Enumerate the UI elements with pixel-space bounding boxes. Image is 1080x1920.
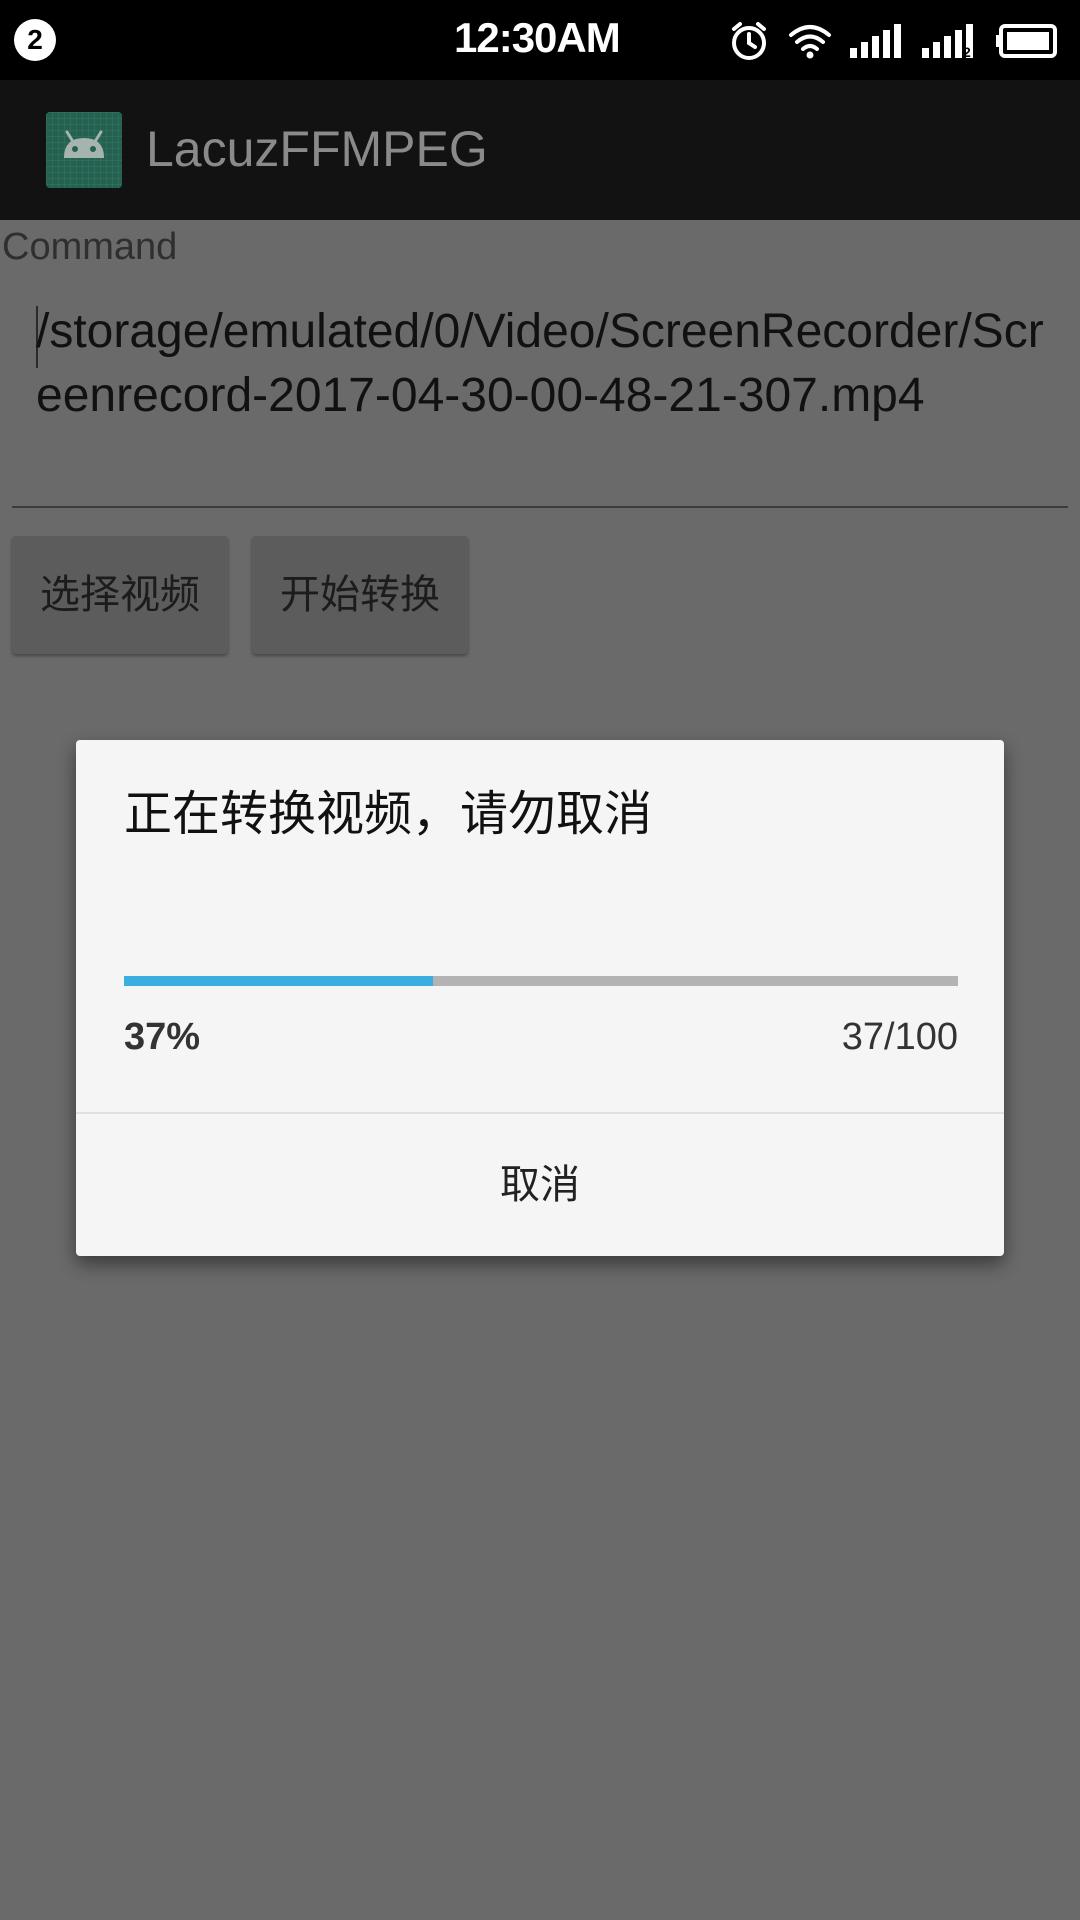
battery-icon bbox=[996, 24, 1058, 58]
status-bar: 2 12:30AM 2 bbox=[0, 0, 1080, 80]
dialog-title: 正在转换视频，请勿取消 bbox=[124, 786, 653, 842]
app-title: LacuzFFMPEG bbox=[146, 121, 488, 177]
cancel-button[interactable]: 取消 bbox=[76, 1114, 1004, 1256]
android-icon bbox=[46, 112, 122, 188]
progress-dialog: 正在转换视频，请勿取消 37% 37/100 取消 bbox=[76, 740, 1004, 1256]
progress-bar bbox=[124, 976, 958, 986]
command-label: Command bbox=[2, 226, 178, 268]
start-convert-button[interactable]: 开始转换 bbox=[252, 536, 468, 654]
status-icons: 2 bbox=[728, 16, 1058, 66]
status-time: 12:30AM bbox=[454, 14, 621, 61]
signal-sim2-icon: 2 bbox=[922, 24, 978, 58]
command-input-value: /storage/emulated/0/Video/ScreenRecorder… bbox=[36, 305, 1044, 422]
signal-sim1-icon bbox=[850, 24, 904, 58]
progress-percent: 37% bbox=[124, 1016, 201, 1058]
screen: 2 12:30AM 2 LacuzFFMPEG Command /storage… bbox=[0, 0, 1080, 1920]
select-video-button[interactable]: 选择视频 bbox=[12, 536, 228, 654]
sim2-label: 2 bbox=[963, 44, 971, 58]
command-input[interactable]: /storage/emulated/0/Video/ScreenRecorder… bbox=[12, 300, 1068, 508]
wifi-icon bbox=[788, 21, 832, 61]
progress-count: 37/100 bbox=[841, 1016, 958, 1058]
app-bar: LacuzFFMPEG bbox=[0, 80, 1080, 220]
progress-bar-fill bbox=[124, 976, 433, 986]
notification-count-badge: 2 bbox=[14, 19, 56, 61]
alarm-icon bbox=[728, 20, 770, 62]
